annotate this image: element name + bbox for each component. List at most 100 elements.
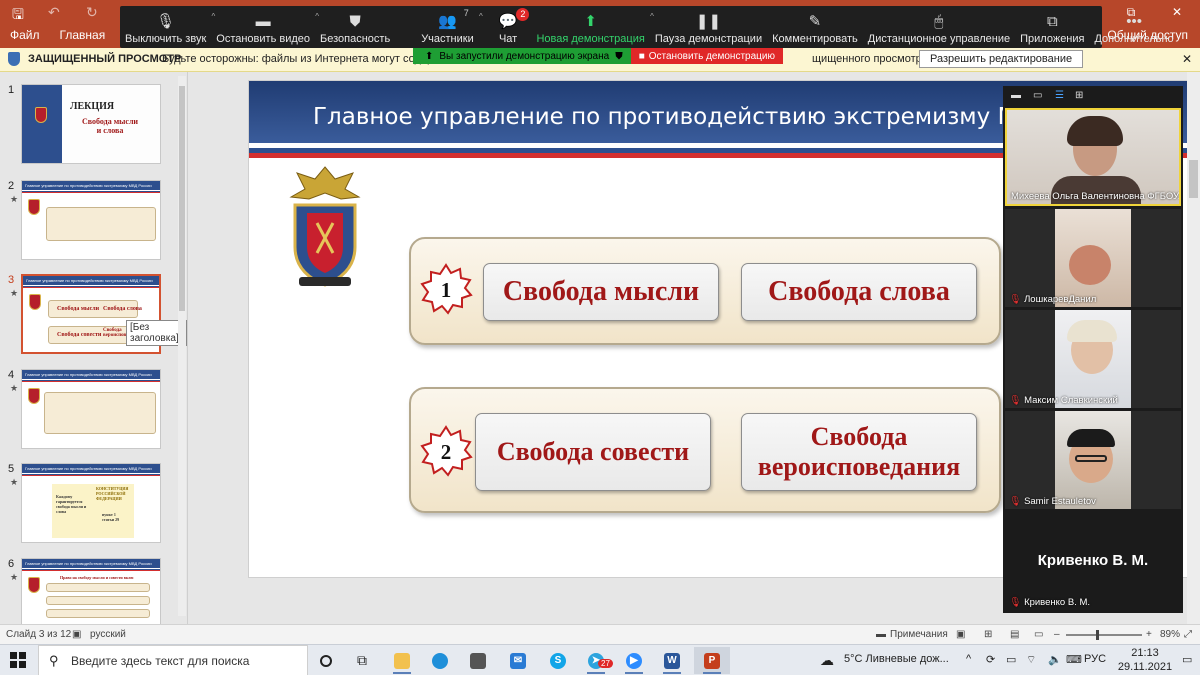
thumb-title: ЛЕКЦИЯ	[70, 101, 115, 112]
thumbnail-slide-6[interactable]: Главное управление по противодействию эк…	[21, 558, 161, 624]
participant-name-row: 🎙 ЛошкаревДанил	[1009, 294, 1096, 305]
windows-start-icon[interactable]	[10, 652, 26, 668]
video-tile-4[interactable]: 🎙 Samir Estauletov	[1005, 411, 1181, 509]
zoom-out-icon[interactable]: –	[1054, 629, 1060, 640]
notifications-icon[interactable]: ▭	[1182, 653, 1192, 666]
pen-icon: ✎	[808, 13, 822, 30]
weather-text[interactable]: 5°C Ливневые дож...	[844, 653, 949, 665]
store-icon[interactable]	[460, 647, 496, 674]
enable-editing-button[interactable]: Разрешить редактирование	[919, 50, 1084, 68]
weather-icon[interactable]: ☁	[820, 652, 834, 669]
stop-video-button[interactable]: ▬ Остановить видео ^	[211, 6, 319, 48]
thumbnail-item[interactable]: 1 ЛЕКЦИЯ Свобода мысли и слова	[0, 84, 180, 168]
undo-icon[interactable]: ↶	[48, 4, 60, 21]
hide-video-icon[interactable]: ▭	[1033, 90, 1042, 101]
thumb-line	[46, 596, 150, 605]
skype-icon[interactable]: S	[540, 647, 576, 674]
task-view-icon[interactable]: ⧉	[344, 647, 380, 674]
chevron-up-icon[interactable]: ^	[966, 653, 971, 665]
video-tile-5[interactable]: Кривенко В. М. 🎙 Кривенко В. М.	[1005, 512, 1181, 610]
gallery-view-icon[interactable]: ⊞	[1075, 90, 1083, 101]
zoom-slider[interactable]	[1066, 630, 1142, 640]
battery-icon[interactable]: ▭	[1006, 653, 1016, 666]
language-indicator[interactable]: РУС	[1084, 653, 1106, 665]
thumbnail-item[interactable]: 6 ★ Главное управление по противодействию…	[0, 558, 180, 624]
thumbnails-scrollbar[interactable]	[178, 76, 186, 616]
system-tray: ☁ 5°C Ливневые дож... ^ ⟳ ▭ ⌔ 🔈 ⌨ РУС 21…	[820, 645, 1200, 675]
zoom-app-icon[interactable]: ▶	[616, 647, 652, 674]
powerpoint-icon[interactable]: P	[694, 647, 730, 674]
zoom-slider-thumb[interactable]	[1096, 630, 1099, 640]
sync-icon[interactable]: ⟳	[986, 653, 995, 666]
edge-icon[interactable]	[422, 647, 458, 674]
slideshow-icon[interactable]: ▭	[1034, 629, 1043, 640]
more-button[interactable]: ••• Дополнительно	[1089, 6, 1178, 48]
microphone-icon: 🎙	[156, 13, 176, 30]
participant-name: Максим Славкинский	[1024, 395, 1118, 406]
thumbnail-item[interactable]: 5 ★ Главное управление по противодействию…	[0, 463, 180, 547]
video-tile-2[interactable]: 🎙 ЛошкаревДанил	[1005, 209, 1181, 307]
video-label: Остановить видео	[216, 33, 311, 45]
language-indicator[interactable]: русский	[90, 629, 126, 640]
mute-button[interactable]: 🎙 Выключить звук ^	[120, 6, 215, 48]
remote-control-button[interactable]: 🖱 Дистанционное управление	[863, 6, 1015, 48]
number-badge-1: 1	[419, 263, 473, 317]
network-icon[interactable]: ⌔	[1026, 653, 1036, 667]
word-icon[interactable]: W	[654, 647, 690, 674]
participants-count: 7	[463, 8, 469, 18]
tab-file[interactable]: Файл	[0, 26, 50, 46]
clock-time[interactable]: 21:13	[1120, 647, 1170, 659]
tab-home[interactable]: Главная	[50, 26, 116, 46]
telegram-icon[interactable]: ➤ 27	[578, 647, 614, 674]
zoom-in-icon[interactable]: +	[1146, 629, 1152, 640]
reading-view-icon[interactable]: ▤	[1010, 629, 1019, 640]
normal-view-icon[interactable]: ▣	[956, 629, 965, 640]
windows-taskbar: ⚲ Введите здесь текст для поиска ⧉ ✉ S ➤…	[0, 644, 1200, 675]
video-tile-1[interactable]: Михеева Ольга Валентиновна ФГБОУ...	[1005, 108, 1181, 206]
video-tile-3[interactable]: 🎙 Максим Славкинский	[1005, 310, 1181, 408]
window-scrollbar[interactable]	[1187, 72, 1200, 624]
taskbar-search-box[interactable]: ⚲ Введите здесь текст для поиска	[38, 645, 308, 675]
file-explorer-icon[interactable]	[384, 647, 420, 674]
notes-button[interactable]: Примечания	[890, 629, 948, 640]
scrollbar-thumb[interactable]	[1189, 160, 1198, 198]
pause-share-label: Пауза демонстрации	[654, 33, 763, 45]
card-freedom-of-thought: Свобода мысли	[483, 263, 719, 321]
stop-share-button[interactable]: ■ Остановить демонстрацию	[630, 48, 783, 64]
spellcheck-icon[interactable]: ▣	[72, 629, 81, 640]
thumbnail-number: 1	[8, 84, 15, 96]
thumbnail-slide-2[interactable]: Главное управление по противодействию эк…	[21, 180, 161, 260]
chat-button[interactable]: 2 💬 Чат	[479, 6, 532, 48]
clock-date[interactable]: 29.11.2021	[1114, 661, 1176, 673]
thumbnail-item[interactable]: 2 ★ Главное управление по противодействию…	[0, 180, 180, 264]
cortana-icon[interactable]	[308, 647, 344, 674]
thumbnail-slide-1[interactable]: ЛЕКЦИЯ Свобода мысли и слова	[21, 84, 161, 164]
apps-button[interactable]: ⧉ Приложения	[1015, 6, 1089, 48]
zoom-level[interactable]: 89%	[1160, 629, 1180, 640]
save-icon[interactable]: 🖫	[12, 4, 24, 28]
mvd-emblem-icon	[289, 166, 361, 287]
redo-icon[interactable]: ↻	[86, 4, 98, 21]
screen-share-banner: ⬆ Вы запустили демонстрацию экрана ⛊ ■ Оста…	[413, 48, 783, 64]
pause-share-button[interactable]: ❚❚ Пауза демонстрации	[650, 6, 767, 48]
minimize-icon[interactable]: ▬	[1011, 90, 1021, 101]
thumbnail-item[interactable]: 4 ★ Главное управление по противодействию…	[0, 369, 180, 453]
new-share-label: Новая демонстрация	[536, 33, 645, 45]
thumbnail-slide-4[interactable]: Главное управление по противодействию эк…	[21, 369, 161, 449]
new-share-button[interactable]: ⬆ Новая демонстрация ^	[531, 6, 653, 48]
volume-icon[interactable]: 🔈	[1048, 653, 1062, 666]
mail-icon[interactable]: ✉	[500, 647, 536, 674]
thumbnail-slide-5[interactable]: Главное управление по противодействию эк…	[21, 463, 161, 543]
ime-icon[interactable]: ⌨	[1066, 653, 1082, 666]
fit-slide-icon[interactable]: ⤢	[1184, 629, 1192, 640]
scrollbar-thumb[interactable]	[179, 86, 185, 311]
slide-sorter-icon[interactable]: ⊞	[984, 629, 992, 640]
thumb-stripe	[22, 379, 160, 382]
annotate-button[interactable]: ✎ Комментировать	[767, 6, 863, 48]
mic-muted-icon: 🎙	[1009, 294, 1022, 305]
share-status[interactable]: ⬆ Вы запустили демонстрацию экрана ⛊	[413, 48, 631, 64]
close-icon[interactable]: ✕	[1182, 52, 1192, 66]
security-button[interactable]: ⛊ Безопасность	[315, 6, 395, 48]
speaker-view-icon[interactable]: ☰	[1055, 90, 1064, 101]
participants-button[interactable]: 7 👥 Участники ^	[395, 6, 483, 48]
